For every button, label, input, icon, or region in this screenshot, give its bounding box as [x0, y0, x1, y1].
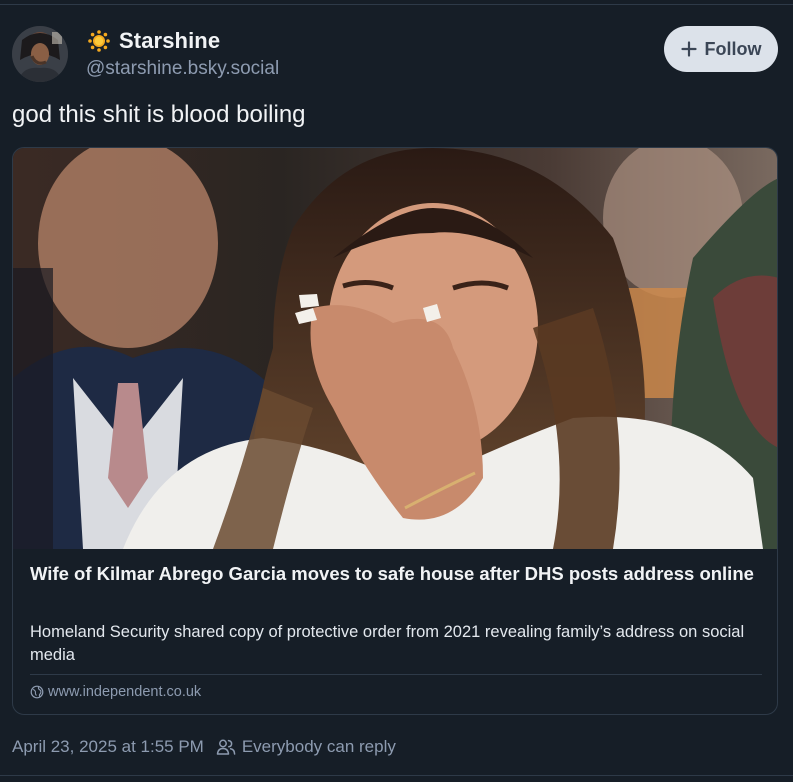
news-photo-thumbnail [13, 148, 777, 549]
plus-icon [680, 41, 697, 57]
people-icon [216, 739, 236, 755]
avatar-image [12, 26, 68, 82]
follow-button-label: Follow [704, 38, 762, 59]
author-display-name[interactable]: Starshine [119, 28, 220, 54]
link-card-divider [30, 674, 762, 675]
post-meta-row: April 23, 2025 at 1:55 PM Everybody can … [12, 737, 396, 757]
globe-icon [30, 685, 44, 699]
link-card-title: Wife of Kilmar Abrego Garcia moves to sa… [30, 563, 754, 584]
author-handle[interactable]: @starshine.bsky.social [86, 58, 279, 80]
reply-setting-label[interactable]: Everybody can reply [242, 737, 396, 757]
author-avatar[interactable] [12, 26, 68, 82]
external-link-card[interactable]: Wife of Kilmar Abrego Garcia moves to sa… [12, 147, 778, 715]
sun-emoji-icon [88, 30, 110, 52]
post-timestamp[interactable]: April 23, 2025 at 1:55 PM [12, 737, 204, 757]
bottom-divider [0, 775, 793, 776]
link-card-domain-row: www.independent.co.uk [30, 684, 201, 700]
author-name-row: Starshine [88, 28, 220, 54]
link-card-description: Homeland Security shared copy of protect… [30, 623, 745, 664]
follow-button[interactable]: Follow [664, 26, 778, 72]
post-thread-item: Starshine @starshine.bsky.social Follow … [0, 0, 793, 782]
post-text: god this shit is blood boiling [12, 101, 306, 128]
top-divider [0, 4, 793, 5]
link-card-domain: www.independent.co.uk [48, 684, 202, 700]
